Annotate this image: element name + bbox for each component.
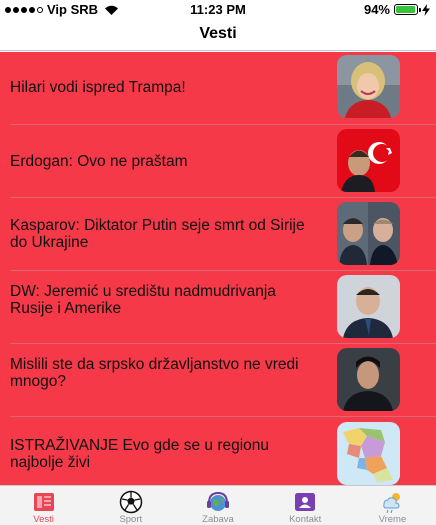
weather-icon — [383, 493, 401, 514]
soccer-ball-icon — [119, 490, 143, 514]
news-thumbnail-map — [337, 422, 400, 485]
news-item[interactable]: Kasparov: Diktator Putin seje smrt od Si… — [0, 198, 436, 271]
news-title: Hilari vodi ispred Trampa! — [10, 79, 186, 96]
news-item[interactable]: Erdogan: Ovo ne praštam — [0, 125, 436, 198]
tab-kontakt[interactable]: Kontakt — [262, 486, 349, 525]
tab-label: Kontakt — [289, 514, 322, 525]
news-item[interactable]: ISTRAŽIVANJE Evo gde se u regionu najbol… — [0, 417, 436, 485]
news-thumbnail-erdogan — [337, 129, 400, 192]
battery-level — [396, 6, 415, 13]
contact-card-icon — [295, 493, 316, 511]
news-title: Mislili ste da srpsko državljanstvo ne v… — [10, 356, 299, 390]
news-item[interactable]: Hilari vodi ispred Trampa! — [0, 52, 436, 125]
globe-headphones-icon — [207, 491, 229, 511]
navigation-bar: Vesti — [0, 18, 436, 51]
newspaper-icon — [33, 493, 54, 511]
news-thumbnail-seagal — [337, 348, 400, 411]
news-thumbnail-hillary — [337, 55, 400, 118]
news-thumbnail-kasparov-putin — [337, 202, 400, 265]
tab-label: Zabava — [202, 514, 234, 525]
status-right: 94% — [364, 2, 430, 17]
news-title: Erdogan: Ovo ne praštam — [10, 153, 188, 170]
battery-percentage: 94% — [363, 2, 390, 17]
tab-label: Vreme — [378, 514, 407, 525]
news-item[interactable]: Mislili ste da srpsko državljanstvo ne v… — [0, 344, 436, 417]
tab-vreme[interactable]: Vreme — [349, 486, 436, 525]
news-item[interactable]: DW: Jeremić u središtu nadmudrivanja Rus… — [0, 271, 436, 344]
tab-label: Sport — [119, 514, 143, 525]
tab-label: Vesti — [33, 514, 54, 525]
tab-vesti[interactable]: Vesti — [0, 486, 87, 525]
status-bar: Vip SRB 11:23 PM 94% — [0, 0, 436, 18]
news-list[interactable]: Hilari vodi ispred Trampa! Erdogan: Ovo … — [0, 52, 436, 485]
news-title: ISTRAŽIVANJE Evo gde se u regionu najbol… — [10, 437, 270, 471]
news-title: Kasparov: Diktator Putin seje smrt od Si… — [10, 217, 305, 251]
charging-bolt-icon — [422, 3, 430, 16]
tab-sport[interactable]: Sport — [87, 486, 174, 525]
news-title: DW: Jeremić u središtu nadmudrivanja Rus… — [10, 283, 276, 317]
tab-zabava[interactable]: Zabava — [174, 486, 261, 525]
tab-bar: Vesti Sport Zabava Kontakt Vreme — [0, 485, 436, 525]
battery-icon — [394, 4, 421, 15]
page-title: Vesti — [199, 25, 237, 42]
news-thumbnail-jeremic — [337, 275, 400, 338]
